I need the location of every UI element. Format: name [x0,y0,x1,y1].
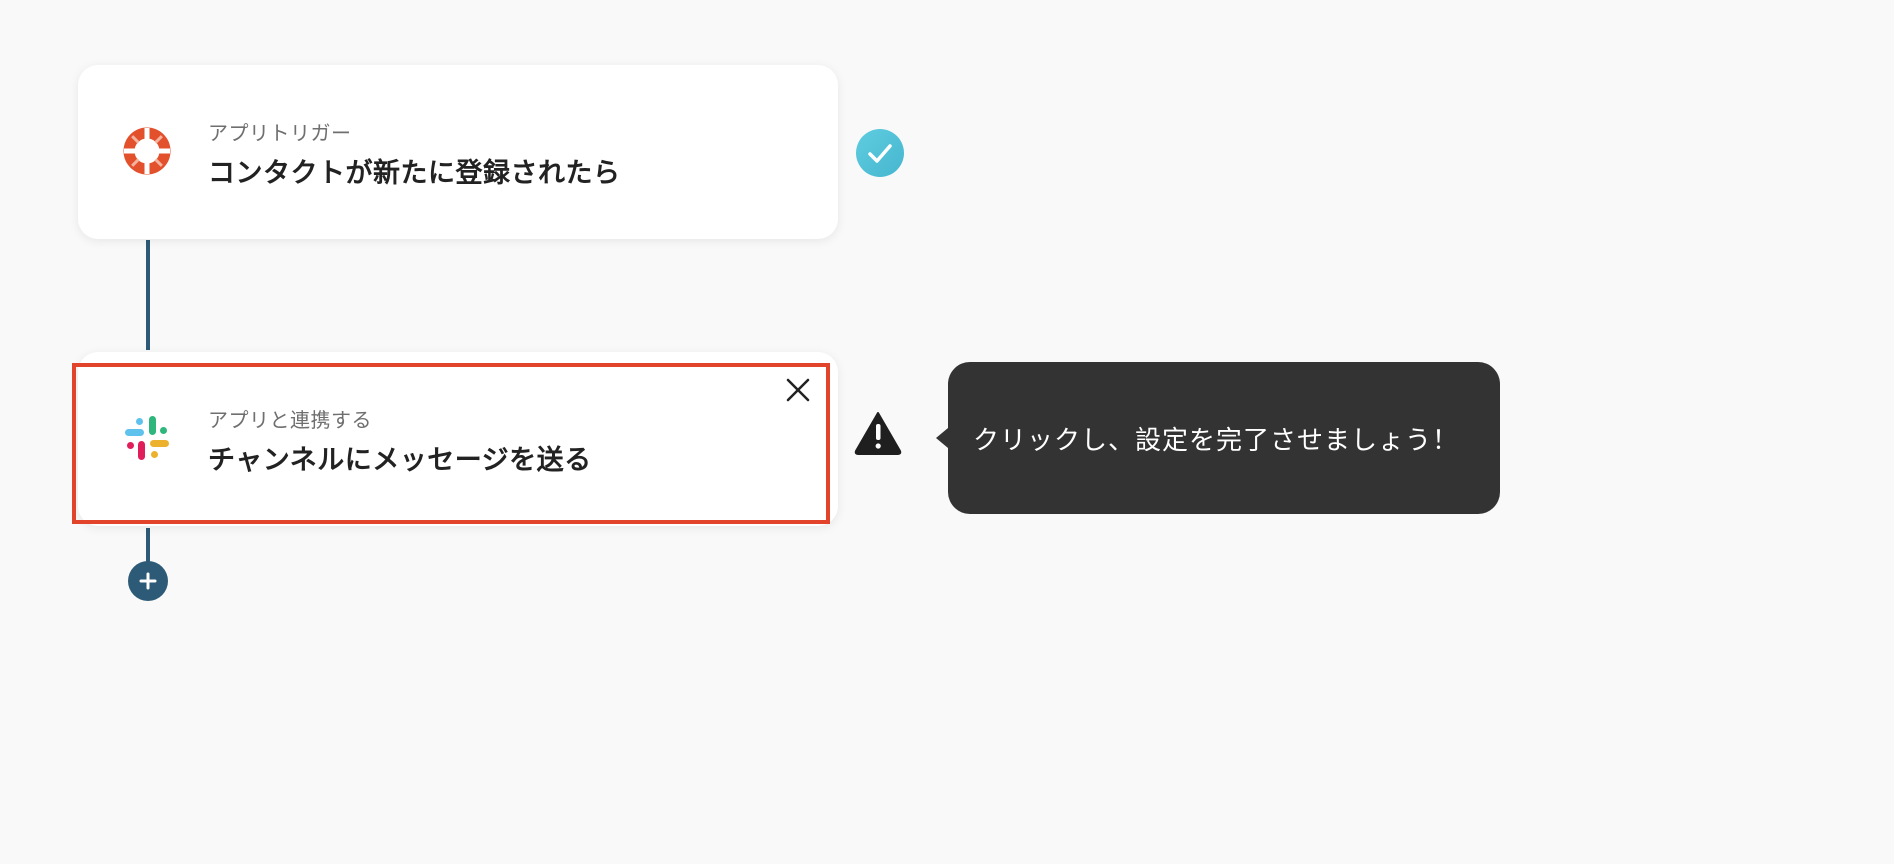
action-step-category: アプリと連携する [208,408,372,432]
flow-connector-line [146,240,150,350]
plus-icon [128,572,168,605]
trigger-step-title: コンタクトが新たに登録されたら [208,158,621,189]
flow-connector-line [146,528,150,564]
close-icon[interactable] [780,372,816,408]
trigger-step-category: アプリトリガー [208,121,352,145]
slack-icon [122,413,172,463]
setup-hint-tooltip: クリックし、設定を完了させましょう！ [936,362,1500,514]
warning-icon [852,409,904,457]
action-step-title: チャンネルにメッセージを送る [208,445,592,476]
trigger-step-card[interactable]: アプリトリガー コンタクトが新たに登録されたら [78,65,838,239]
tooltip-message: クリックし、設定を完了させましょう！ [973,426,1460,456]
lifebuoy-icon [122,126,172,176]
check-icon [856,129,904,177]
action-step-card[interactable]: アプリと連携する チャンネルにメッセージを送る [78,352,838,526]
add-step-button[interactable] [128,561,168,601]
